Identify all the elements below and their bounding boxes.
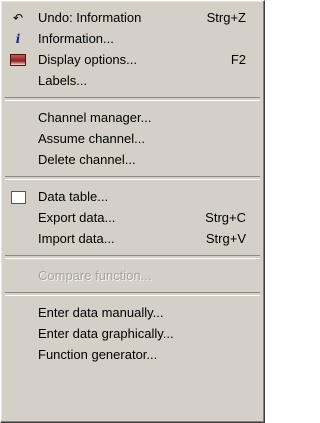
menu-item-label: Compare function... bbox=[38, 268, 152, 283]
menu-item-shortcut: Strg+Z bbox=[206, 10, 246, 25]
menu-item-shortcut: F2 bbox=[230, 52, 246, 67]
menu-item-data-table[interactable]: Data table... bbox=[1, 186, 264, 207]
menu-item-function-generator[interactable]: Function generator... bbox=[1, 344, 264, 365]
menu-item-label: Channel manager... bbox=[38, 110, 152, 125]
menu-item-label: Export data... bbox=[38, 210, 116, 225]
menu-item-assume-channel[interactable]: Assume channel... bbox=[1, 128, 264, 149]
menu-item-compare-function: Compare function... bbox=[1, 265, 264, 286]
menu-item-label: Information... bbox=[38, 31, 114, 46]
menu-separator bbox=[5, 255, 260, 259]
menu-item-information[interactable]: i Information... bbox=[1, 28, 264, 49]
menu-item-label: Undo: Information bbox=[38, 10, 142, 25]
display-options-icon bbox=[7, 52, 29, 68]
menu-item-export-data[interactable]: Export data... Strg+C bbox=[1, 207, 264, 228]
undo-icon: ↶ bbox=[12, 10, 24, 25]
menu-item-label: Assume channel... bbox=[38, 131, 145, 146]
menu-item-label: Import data... bbox=[38, 231, 115, 246]
menu-item-display-options[interactable]: Display options... F2 bbox=[1, 49, 264, 70]
menu-item-label: Data table... bbox=[38, 189, 109, 204]
menu-separator bbox=[5, 292, 260, 296]
menu-item-labels[interactable]: Labels... bbox=[1, 70, 264, 91]
menu-item-label: Labels... bbox=[38, 73, 88, 88]
menu-separator bbox=[5, 176, 260, 180]
data-table-icon bbox=[7, 189, 29, 205]
menu-item-delete-channel[interactable]: Delete channel... bbox=[1, 149, 264, 170]
menu-item-shortcut: Strg+C bbox=[205, 210, 246, 225]
menu-item-label: Display options... bbox=[38, 52, 137, 67]
menu-item-enter-data-graphically[interactable]: Enter data graphically... bbox=[1, 323, 264, 344]
menu-item-label: Function generator... bbox=[38, 347, 158, 362]
context-menu: ↶ Undo: Information Strg+Z i Information… bbox=[0, 0, 265, 423]
information-icon: i bbox=[15, 31, 21, 46]
menu-item-enter-data-manually[interactable]: Enter data manually... bbox=[1, 302, 264, 323]
menu-item-undo[interactable]: ↶ Undo: Information Strg+Z bbox=[1, 7, 264, 28]
menu-item-label: Enter data manually... bbox=[38, 305, 164, 320]
menu-item-label: Delete channel... bbox=[38, 152, 136, 167]
menu-item-label: Enter data graphically... bbox=[38, 326, 174, 341]
menu-item-channel-manager[interactable]: Channel manager... bbox=[1, 107, 264, 128]
menu-item-shortcut: Strg+V bbox=[205, 231, 246, 246]
menu-separator bbox=[5, 97, 260, 101]
menu-item-import-data[interactable]: Import data... Strg+V bbox=[1, 228, 264, 249]
